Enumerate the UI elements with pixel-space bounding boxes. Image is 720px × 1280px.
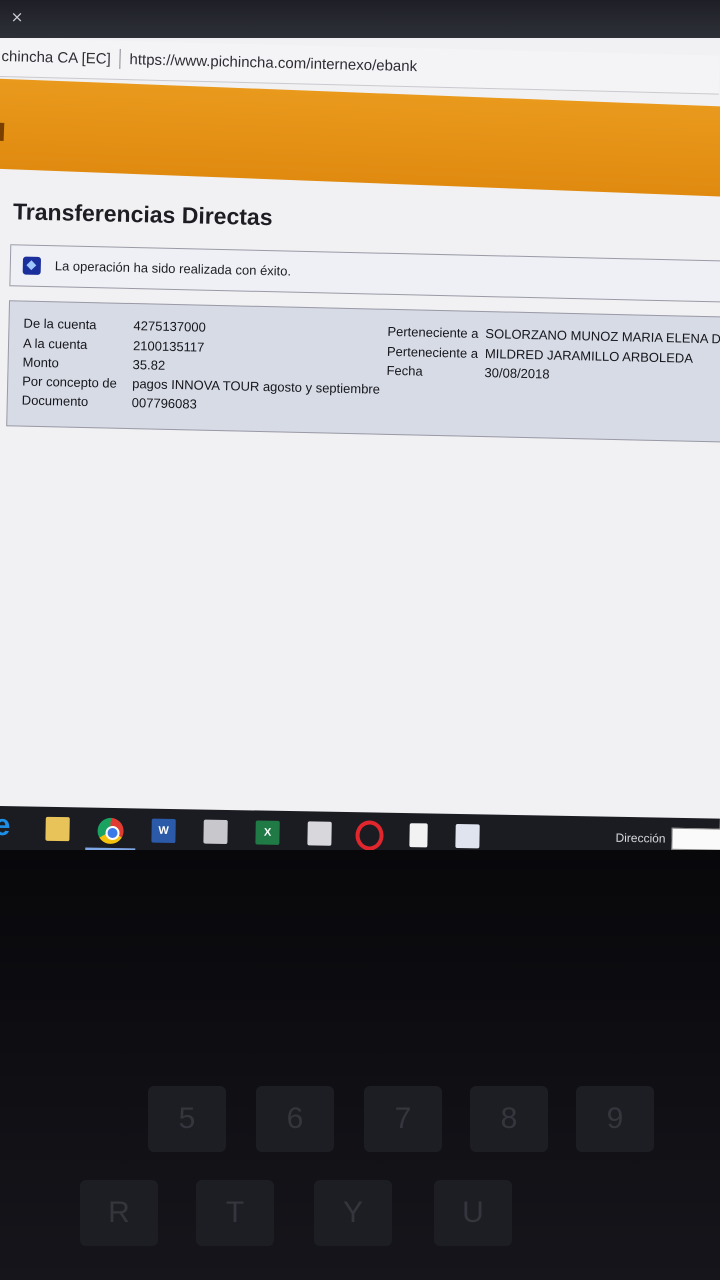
keyboard-key: 6 [256, 1086, 334, 1152]
date-label: Fecha [386, 362, 423, 379]
banner-logo-fragment [0, 122, 5, 141]
from-account-label: De la cuenta [23, 315, 97, 333]
app-icon[interactable] [307, 821, 332, 846]
folder-icon[interactable] [45, 816, 70, 842]
transfer-details-panel: De la cuenta 4275137000 A la cuenta 2100… [6, 300, 720, 443]
document-value: 007796083 [131, 395, 197, 412]
to-owner-value: MILDRED JARAMILLO ARBOLEDA [484, 346, 694, 366]
success-message-text: La operación ha sido realizada con éxito… [54, 258, 292, 279]
amount-value: 35.82 [132, 357, 166, 373]
laptop-screen: × chincha CA [EC] https://www.pichincha.… [0, 0, 720, 850]
keyboard-key: 7 [364, 1086, 442, 1152]
word-icon[interactable]: W [151, 818, 176, 844]
document-label: Documento [21, 392, 89, 410]
keyboard-key: 8 [470, 1086, 548, 1152]
notepad-icon[interactable] [409, 823, 428, 848]
concept-value: pagos INNOVA TOUR agosto y septiembre [132, 376, 381, 397]
keyboard-key: 9 [576, 1086, 654, 1152]
address-separator [119, 48, 121, 69]
keyboard-key: R [80, 1180, 158, 1246]
browser-tab-strip: × [0, 0, 720, 38]
address-toolbar-input[interactable] [671, 827, 720, 850]
date-value: 30/08/2018 [484, 365, 550, 382]
edge-icon[interactable]: e [0, 809, 12, 842]
keyboard-key: U [434, 1180, 512, 1246]
close-tab-icon[interactable]: × [8, 8, 26, 26]
page-content: Transferencias Directas La operación ha … [0, 170, 720, 827]
page-title: Transferencias Directas [12, 198, 273, 231]
keyboard-key: Y [314, 1180, 392, 1246]
opera-icon[interactable] [355, 820, 384, 850]
amount-label: Monto [22, 354, 59, 371]
success-message-box: La operación ha sido realizada con éxito… [9, 244, 720, 303]
from-account-value: 4275137000 [133, 318, 206, 335]
laptop-keyboard: 5 6 7 8 9 R T Y U [0, 850, 720, 1280]
site-identity-label[interactable]: chincha CA [EC] [1, 48, 111, 68]
excel-icon[interactable]: X [255, 820, 280, 845]
to-owner-label: Perteneciente a [386, 343, 479, 361]
from-owner-label: Perteneciente a [387, 323, 479, 341]
to-account-value: 2100135117 [132, 338, 205, 355]
info-icon [22, 256, 42, 275]
to-account-label: A la cuenta [22, 335, 88, 353]
from-owner-value: SOLORZANO MUNOZ MARIA ELENA DE [485, 326, 720, 347]
concept-label: Por concepto de [22, 373, 118, 391]
url-text[interactable]: https://www.pichincha.com/internexo/eban… [129, 51, 417, 75]
calculator-icon[interactable] [203, 819, 228, 844]
address-toolbar-label: Dirección [615, 830, 666, 846]
keyboard-key: T [196, 1180, 274, 1246]
keyboard-key: 5 [148, 1086, 226, 1152]
photo-icon[interactable] [455, 823, 480, 849]
chrome-icon[interactable] [97, 817, 124, 845]
